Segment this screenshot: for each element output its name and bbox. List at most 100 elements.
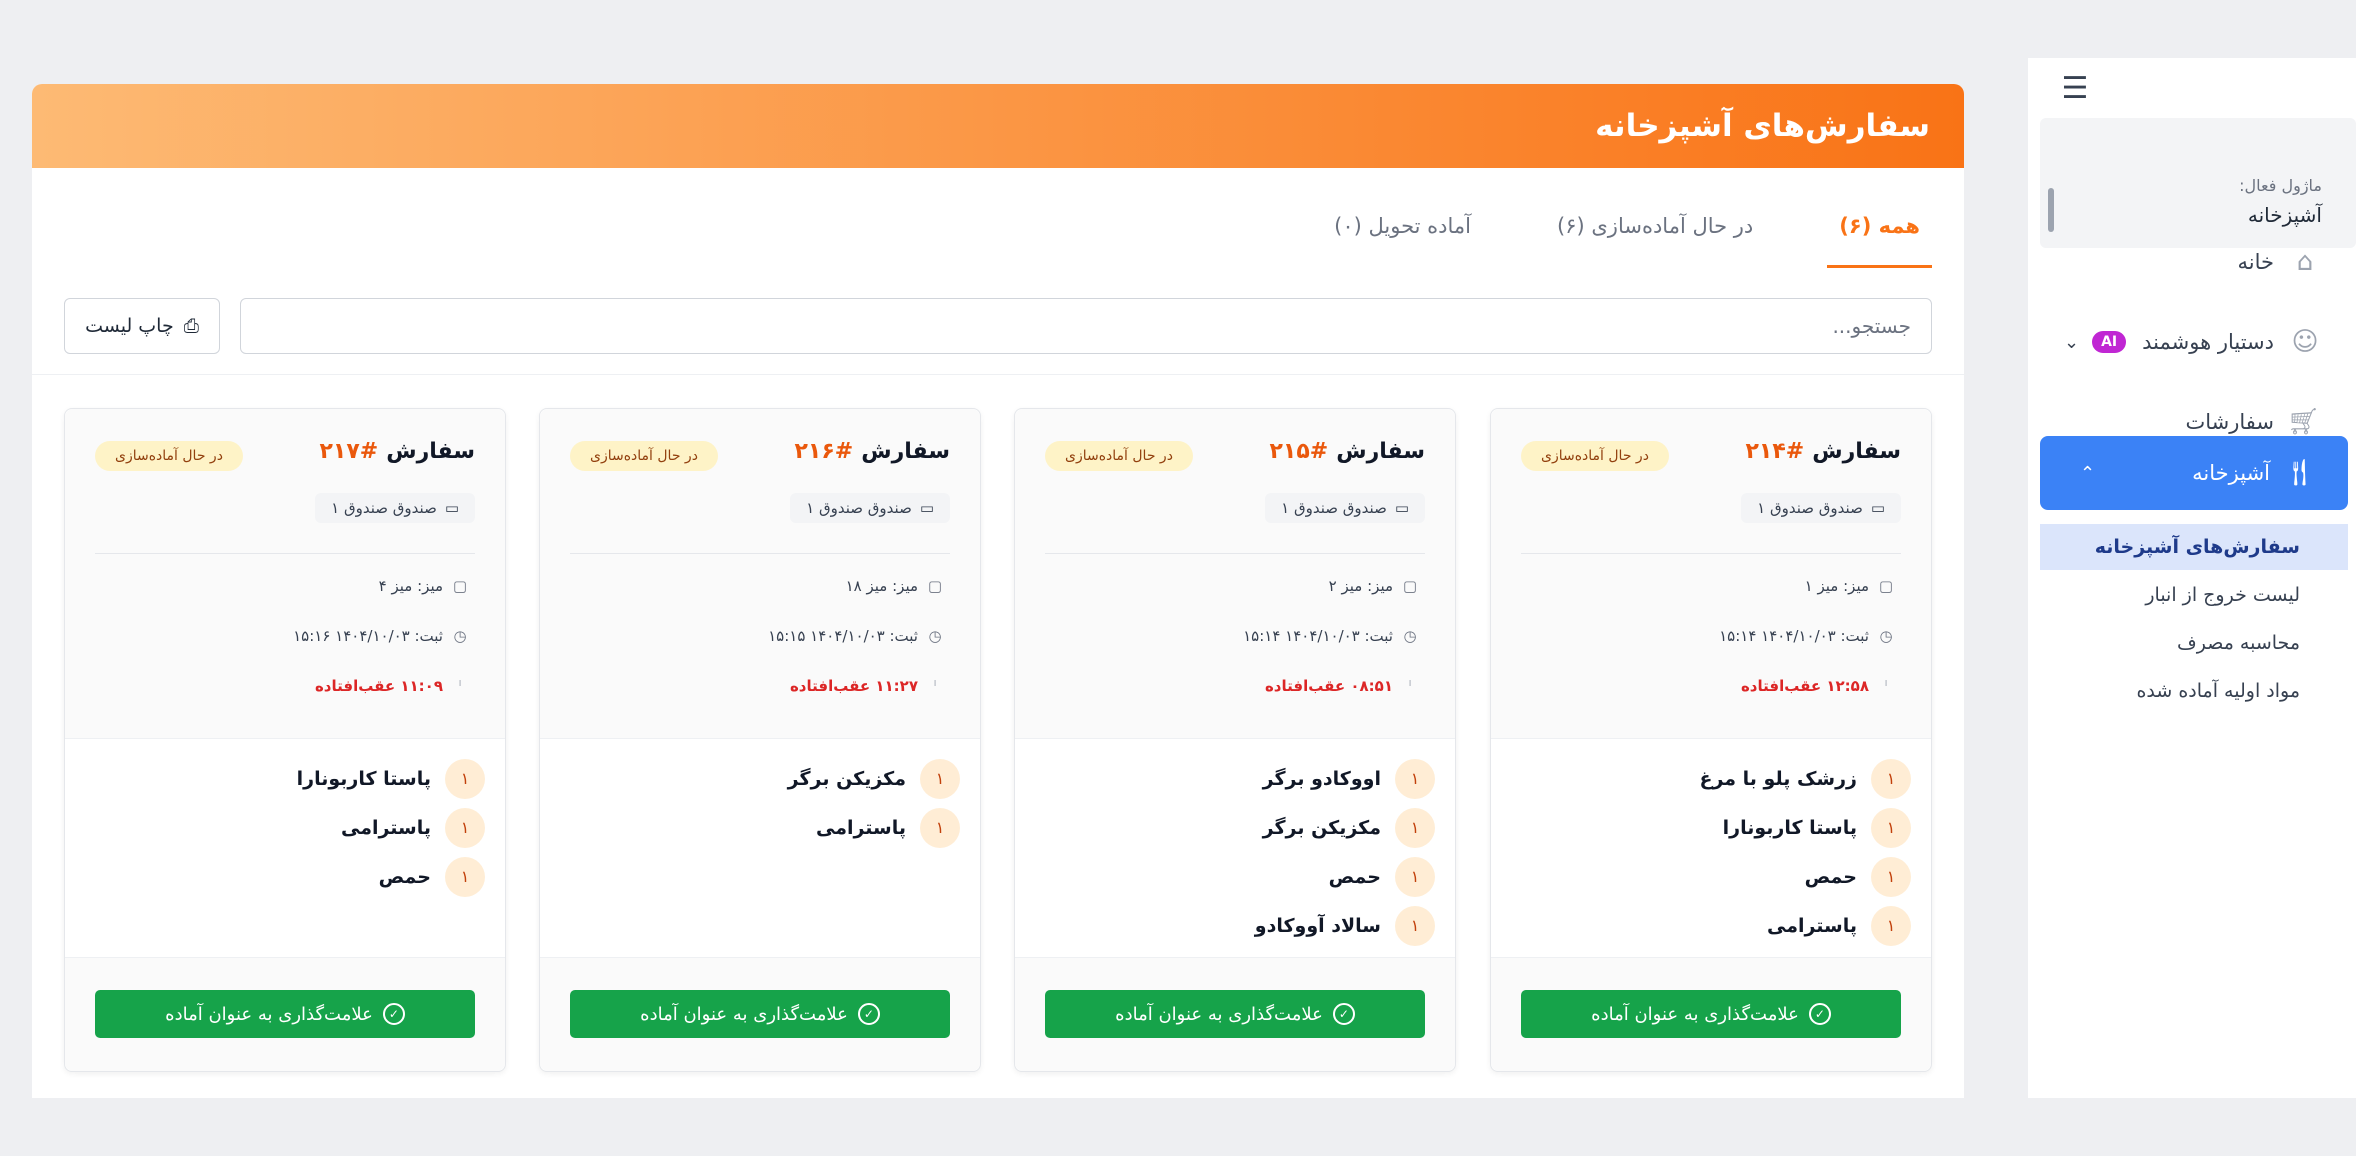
item-qty: ۱ — [445, 807, 485, 848]
sidebar: ☰ ماژول فعال: آشپزخانه ⌂ خانه ☺ دستیار ه… — [2028, 58, 2356, 1098]
item-name: اووکادو برگر — [1262, 767, 1381, 790]
order-table: ▢ میز: میز ۴ — [378, 577, 468, 595]
item-name: پاستا کاربونارا — [1722, 816, 1857, 839]
list-item: ۱ حمص — [297, 852, 485, 901]
item-qty: ۱ — [445, 758, 485, 799]
status-badge: در حال آماده‌سازی — [1045, 441, 1193, 471]
order-title: سفارش#۲۱۶ — [794, 439, 951, 464]
mark-ready-button[interactable]: ✓ علامت‌گذاری به عنوان آماده — [95, 990, 475, 1038]
order-number: #۲۱۴ — [1745, 439, 1805, 464]
order-time: ◷ ثبت: ۱۴۰۴/۱۰/۰۳ ۱۵:۱۶ — [293, 627, 469, 645]
order-time: ◷ ثبت: ۱۴۰۴/۱۰/۰۳ ۱۵:۱۴ — [1719, 627, 1895, 645]
order-table: ▢ میز: میز ۱۸ — [845, 577, 943, 595]
tab-preparing[interactable]: در حال آماده‌سازی (۶) — [1545, 202, 1765, 268]
sidebar-subitem-kitchen-orders[interactable]: سفارش‌های آشپزخانه — [2040, 524, 2348, 570]
order-number: #۲۱۶ — [794, 439, 854, 464]
mark-ready-button[interactable]: ✓ علامت‌گذاری به عنوان آماده — [1045, 990, 1425, 1038]
active-module-value: آشپزخانه — [2247, 203, 2322, 227]
sidebar-item-kitchen[interactable]: 🍴︎ آشپزخانه ⌃ — [2040, 436, 2348, 510]
tab-ready[interactable]: آماده تحویل (۰) — [1322, 202, 1483, 268]
check-circle-icon: ✓ — [382, 1003, 405, 1025]
menu-icon[interactable]: ☰ — [2058, 66, 2092, 110]
chevron-down-icon[interactable]: ⌄ — [2064, 332, 2079, 353]
item-qty: ۱ — [1871, 807, 1911, 848]
item-qty: ۱ — [1395, 758, 1435, 799]
status-badge: در حال آماده‌سازی — [95, 441, 243, 471]
print-list-button[interactable]: ⎙ چاپ لیست — [64, 298, 220, 354]
order-table: ▢ میز: میز ۲ — [1328, 577, 1418, 595]
robot-icon: ☺ — [2291, 327, 2319, 357]
register-icon: ▭ — [444, 499, 459, 517]
list-item: ۱ پاسترامی — [1700, 901, 1911, 950]
order-time: ◷ ثبت: ۱۴۰۴/۱۰/۰۳ ۱۵:۱۴ — [1243, 627, 1419, 645]
order-late: ˡ ۱۱:۲۷ عقب‌افتاده — [790, 677, 944, 695]
order-title: سفارش#۲۱۷ — [319, 439, 476, 464]
item-name: حمص — [378, 865, 431, 888]
order-number: #۲۱۵ — [1269, 439, 1329, 464]
hourglass-icon: ˡ — [1884, 677, 1888, 695]
order-items: ۱ اووکادو برگر ۱ مکزیکن برگر ۱ حمص ۱ سالاد آ… — [1255, 754, 1435, 950]
sidebar-subitem-prepared-materials[interactable]: مواد اولیه آماده شده — [2040, 668, 2336, 714]
status-badge: در حال آماده‌سازی — [1521, 441, 1669, 471]
sidebar-item-label: آشپزخانه — [2192, 461, 2270, 485]
divider — [32, 374, 1964, 375]
list-item: ۱ حمص — [1255, 852, 1435, 901]
sidebar-item-label: خانه — [2237, 250, 2274, 274]
sidebar-subitem-consumption[interactable]: محاسبه مصرف — [2040, 620, 2336, 666]
item-name: حمص — [1804, 865, 1857, 888]
mark-ready-button[interactable]: ✓ علامت‌گذاری به عنوان آماده — [570, 990, 950, 1038]
list-item: ۱ حمص — [1700, 852, 1911, 901]
register-badge: ▭ صندوق صندوق ۱ — [315, 493, 475, 523]
item-qty: ۱ — [920, 807, 960, 848]
item-name: مکزیکن برگر — [1262, 816, 1381, 839]
hourglass-icon: ˡ — [458, 677, 462, 695]
item-qty: ۱ — [1871, 905, 1911, 946]
order-items: ۱ زرشک پلو با مرغ ۱ پاستا کاربونارا ۱ حمص ۱… — [1699, 754, 1911, 950]
home-icon: ⌂ — [2296, 247, 2314, 277]
divider — [570, 553, 950, 554]
check-circle-icon: ✓ — [1332, 1003, 1355, 1025]
main-panel: سفارش‌های آشپزخانه همه (۶) در حال آماده‌… — [32, 84, 1964, 1098]
clock-icon: ◷ — [1403, 627, 1417, 645]
item-qty: ۱ — [1871, 758, 1911, 799]
order-time: ◷ ثبت: ۱۴۰۴/۱۰/۰۳ ۱۵:۱۵ — [768, 627, 944, 645]
clock-icon: ◷ — [928, 627, 942, 645]
utensils-icon: 🍴︎ — [2282, 458, 2316, 488]
order-title: سفارش#۲۱۴ — [1745, 439, 1902, 464]
page-header: سفارش‌های آشپزخانه — [32, 84, 1964, 168]
item-name: سالاد آووکادو — [1254, 914, 1381, 937]
sidebar-item-label: سفارشات — [2185, 410, 2274, 434]
table-icon: ▢ — [1402, 577, 1418, 595]
item-name: زرشک پلو با مرغ — [1699, 767, 1858, 790]
order-card-footer: ✓ علامت‌گذاری به عنوان آماده — [1015, 957, 1455, 1071]
order-table: ▢ میز: میز ۱ — [1804, 577, 1894, 595]
item-name: پاسترامی — [815, 816, 906, 839]
order-card: سفارش#۲۱۷ در حال آماده‌سازی ▭ صندوق صندوق… — [64, 408, 506, 1072]
order-items: ۱ پاستا کاربونارا ۱ پاسترامی ۱ حمص — [297, 754, 485, 901]
print-icon: ⎙ — [183, 315, 199, 337]
scrollbar[interactable] — [2048, 188, 2054, 232]
hourglass-icon: ˡ — [1408, 677, 1412, 695]
tab-all[interactable]: همه (۶) — [1827, 202, 1932, 268]
divider — [95, 553, 475, 554]
order-card: سفارش#۲۱۶ در حال آماده‌سازی ▭ صندوق صندوق… — [539, 408, 981, 1072]
chevron-up-icon[interactable]: ⌃ — [2080, 463, 2095, 484]
list-item: ۱ مکزیکن برگر — [1255, 803, 1435, 852]
item-name: مکزیکن برگر — [787, 767, 906, 790]
table-icon: ▢ — [927, 577, 943, 595]
mark-ready-button[interactable]: ✓ علامت‌گذاری به عنوان آماده — [1521, 990, 1901, 1038]
sidebar-item-home[interactable]: ⌂ خانه — [2050, 230, 2336, 294]
status-badge: در حال آماده‌سازی — [570, 441, 718, 471]
item-qty: ۱ — [1871, 856, 1911, 897]
check-circle-icon: ✓ — [1808, 1003, 1831, 1025]
item-qty: ۱ — [1395, 807, 1435, 848]
item-qty: ۱ — [1395, 905, 1435, 946]
search-input[interactable] — [240, 298, 1932, 354]
register-badge: ▭ صندوق صندوق ۱ — [790, 493, 950, 523]
item-name: پاسترامی — [340, 816, 431, 839]
sidebar-item-assistant[interactable]: ☺ دستیار هوشمند AI ⌄ — [2050, 310, 2336, 374]
divider — [1045, 553, 1425, 554]
sidebar-subitem-warehouse-out[interactable]: لیست خروج از انبار — [2040, 572, 2336, 618]
register-icon: ▭ — [919, 499, 934, 517]
divider — [1521, 553, 1901, 554]
